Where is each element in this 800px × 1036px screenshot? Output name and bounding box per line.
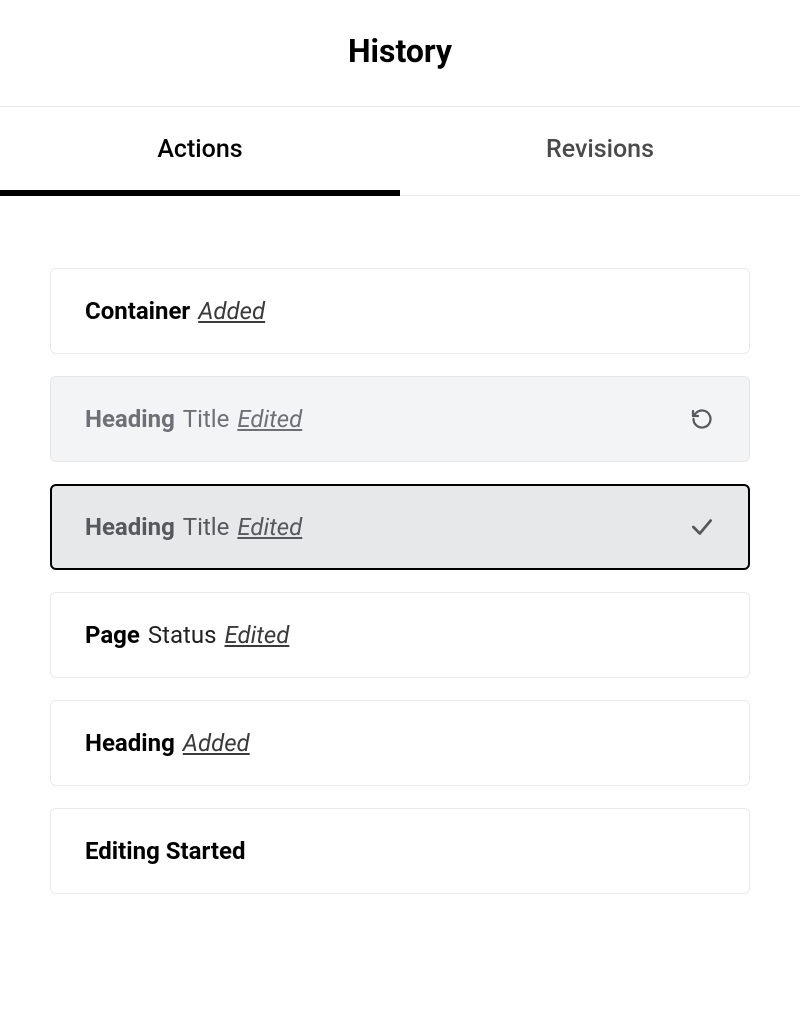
history-item-action: Edited (237, 405, 302, 433)
history-list: Container Added Heading Title Edited Hea… (0, 196, 800, 894)
history-undo-icon[interactable] (689, 406, 715, 432)
history-item-sub: Title (183, 405, 230, 433)
history-item[interactable]: Container Added (50, 268, 750, 354)
tab-actions-label: Actions (157, 135, 242, 164)
history-item-action: Added (198, 297, 265, 325)
history-item-label: Heading Added (85, 729, 250, 757)
history-item-element: Container (85, 297, 190, 325)
history-item-label: Editing Started (85, 837, 245, 865)
history-item[interactable]: Editing Started (50, 808, 750, 894)
history-item-label: Container Added (85, 297, 265, 325)
history-item-label: Heading Title Edited (85, 405, 302, 433)
history-item[interactable]: Heading Title Edited (50, 376, 750, 462)
panel-title: History (0, 0, 800, 106)
history-item-sub: Title (183, 513, 230, 541)
history-item-element: Heading (85, 513, 175, 541)
check-icon (689, 514, 715, 540)
tab-revisions[interactable]: Revisions (400, 107, 800, 196)
history-item-label: Page Status Edited (85, 621, 289, 649)
history-item-action: Edited (224, 621, 289, 649)
history-item[interactable]: Heading Added (50, 700, 750, 786)
tabs: Actions Revisions (0, 106, 800, 196)
history-item-sub: Status (148, 621, 217, 649)
history-item-label: Heading Title Edited (85, 513, 302, 541)
history-item-action: Edited (237, 513, 302, 541)
history-item[interactable]: Page Status Edited (50, 592, 750, 678)
history-item-element: Editing Started (85, 837, 245, 865)
history-item[interactable]: Heading Title Edited (50, 484, 750, 570)
tab-revisions-label: Revisions (546, 135, 654, 164)
history-item-element: Page (85, 621, 140, 649)
history-item-element: Heading (85, 405, 175, 433)
history-item-action: Added (183, 729, 250, 757)
history-item-element: Heading (85, 729, 175, 757)
tab-actions[interactable]: Actions (0, 107, 400, 196)
